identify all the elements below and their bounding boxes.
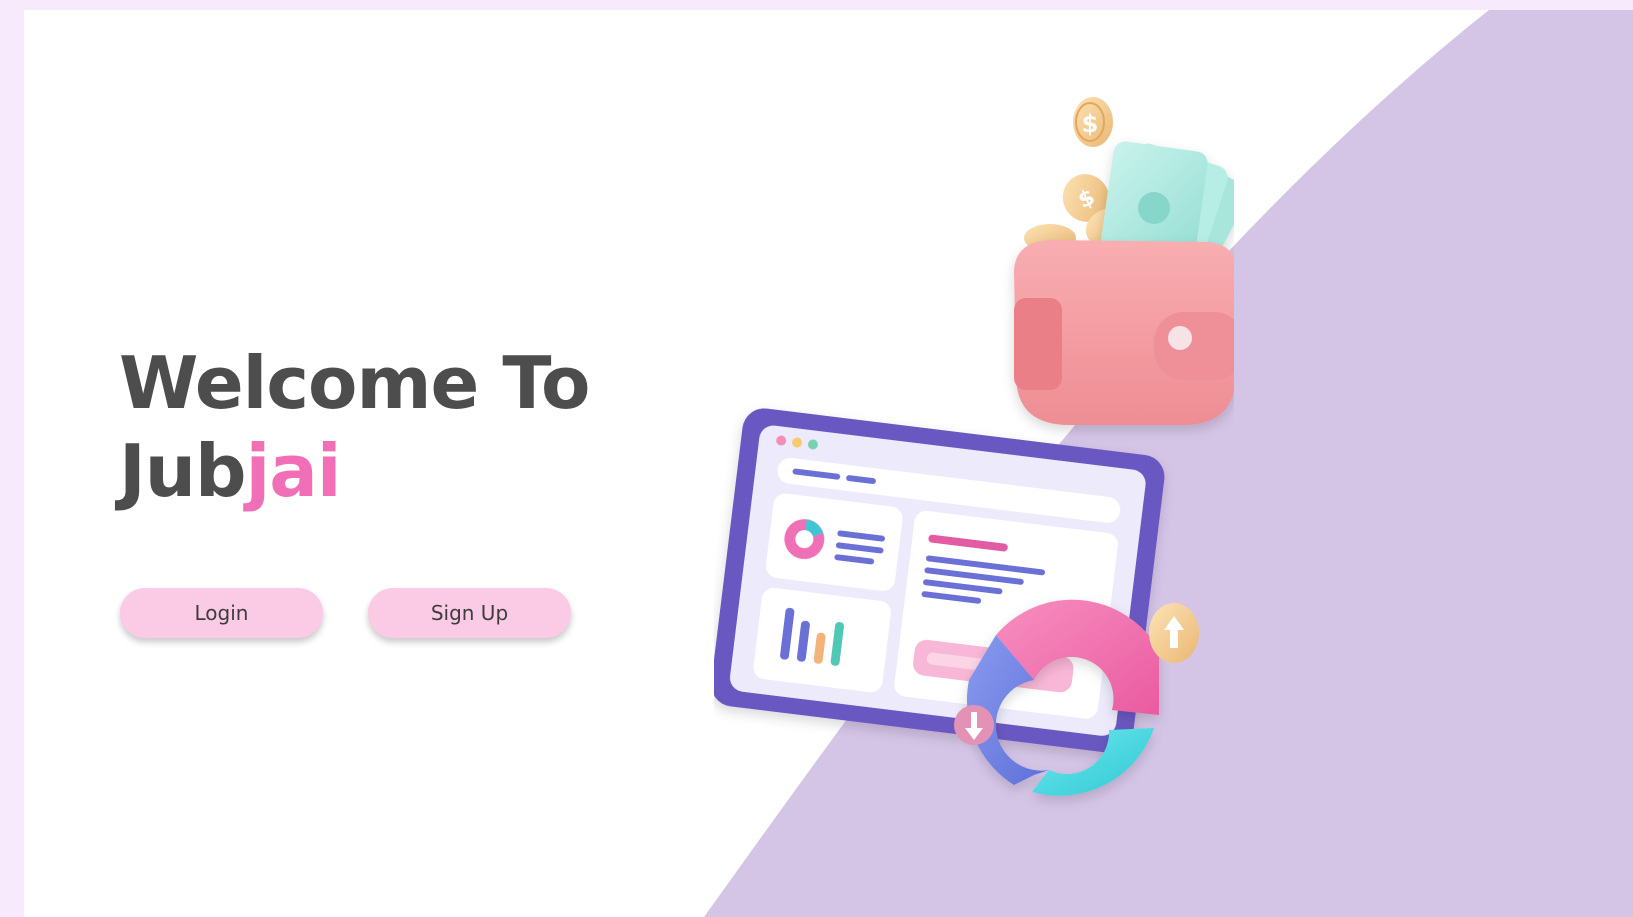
- dashboard-tablet-icon: [714, 408, 1165, 753]
- brand-heading: Jubjai: [119, 435, 342, 507]
- wallet-icon: [1014, 240, 1234, 425]
- signup-button[interactable]: Sign Up: [368, 588, 571, 638]
- landing-panel: Welcome To Jubjai Login Sign Up $ $: [24, 10, 1633, 917]
- login-button[interactable]: Login: [120, 588, 323, 638]
- coin-symbol: $: [1082, 110, 1099, 138]
- brand-name-prefix: Jub: [119, 429, 247, 513]
- brand-name-accent: jai: [245, 429, 342, 513]
- arrow-up-icon: [1149, 603, 1199, 663]
- arrow-down-icon: [954, 705, 994, 745]
- finance-illustration: $ $ $: [714, 97, 1234, 796]
- welcome-heading: Welcome To: [119, 341, 590, 425]
- coin-icon: $: [1073, 97, 1113, 147]
